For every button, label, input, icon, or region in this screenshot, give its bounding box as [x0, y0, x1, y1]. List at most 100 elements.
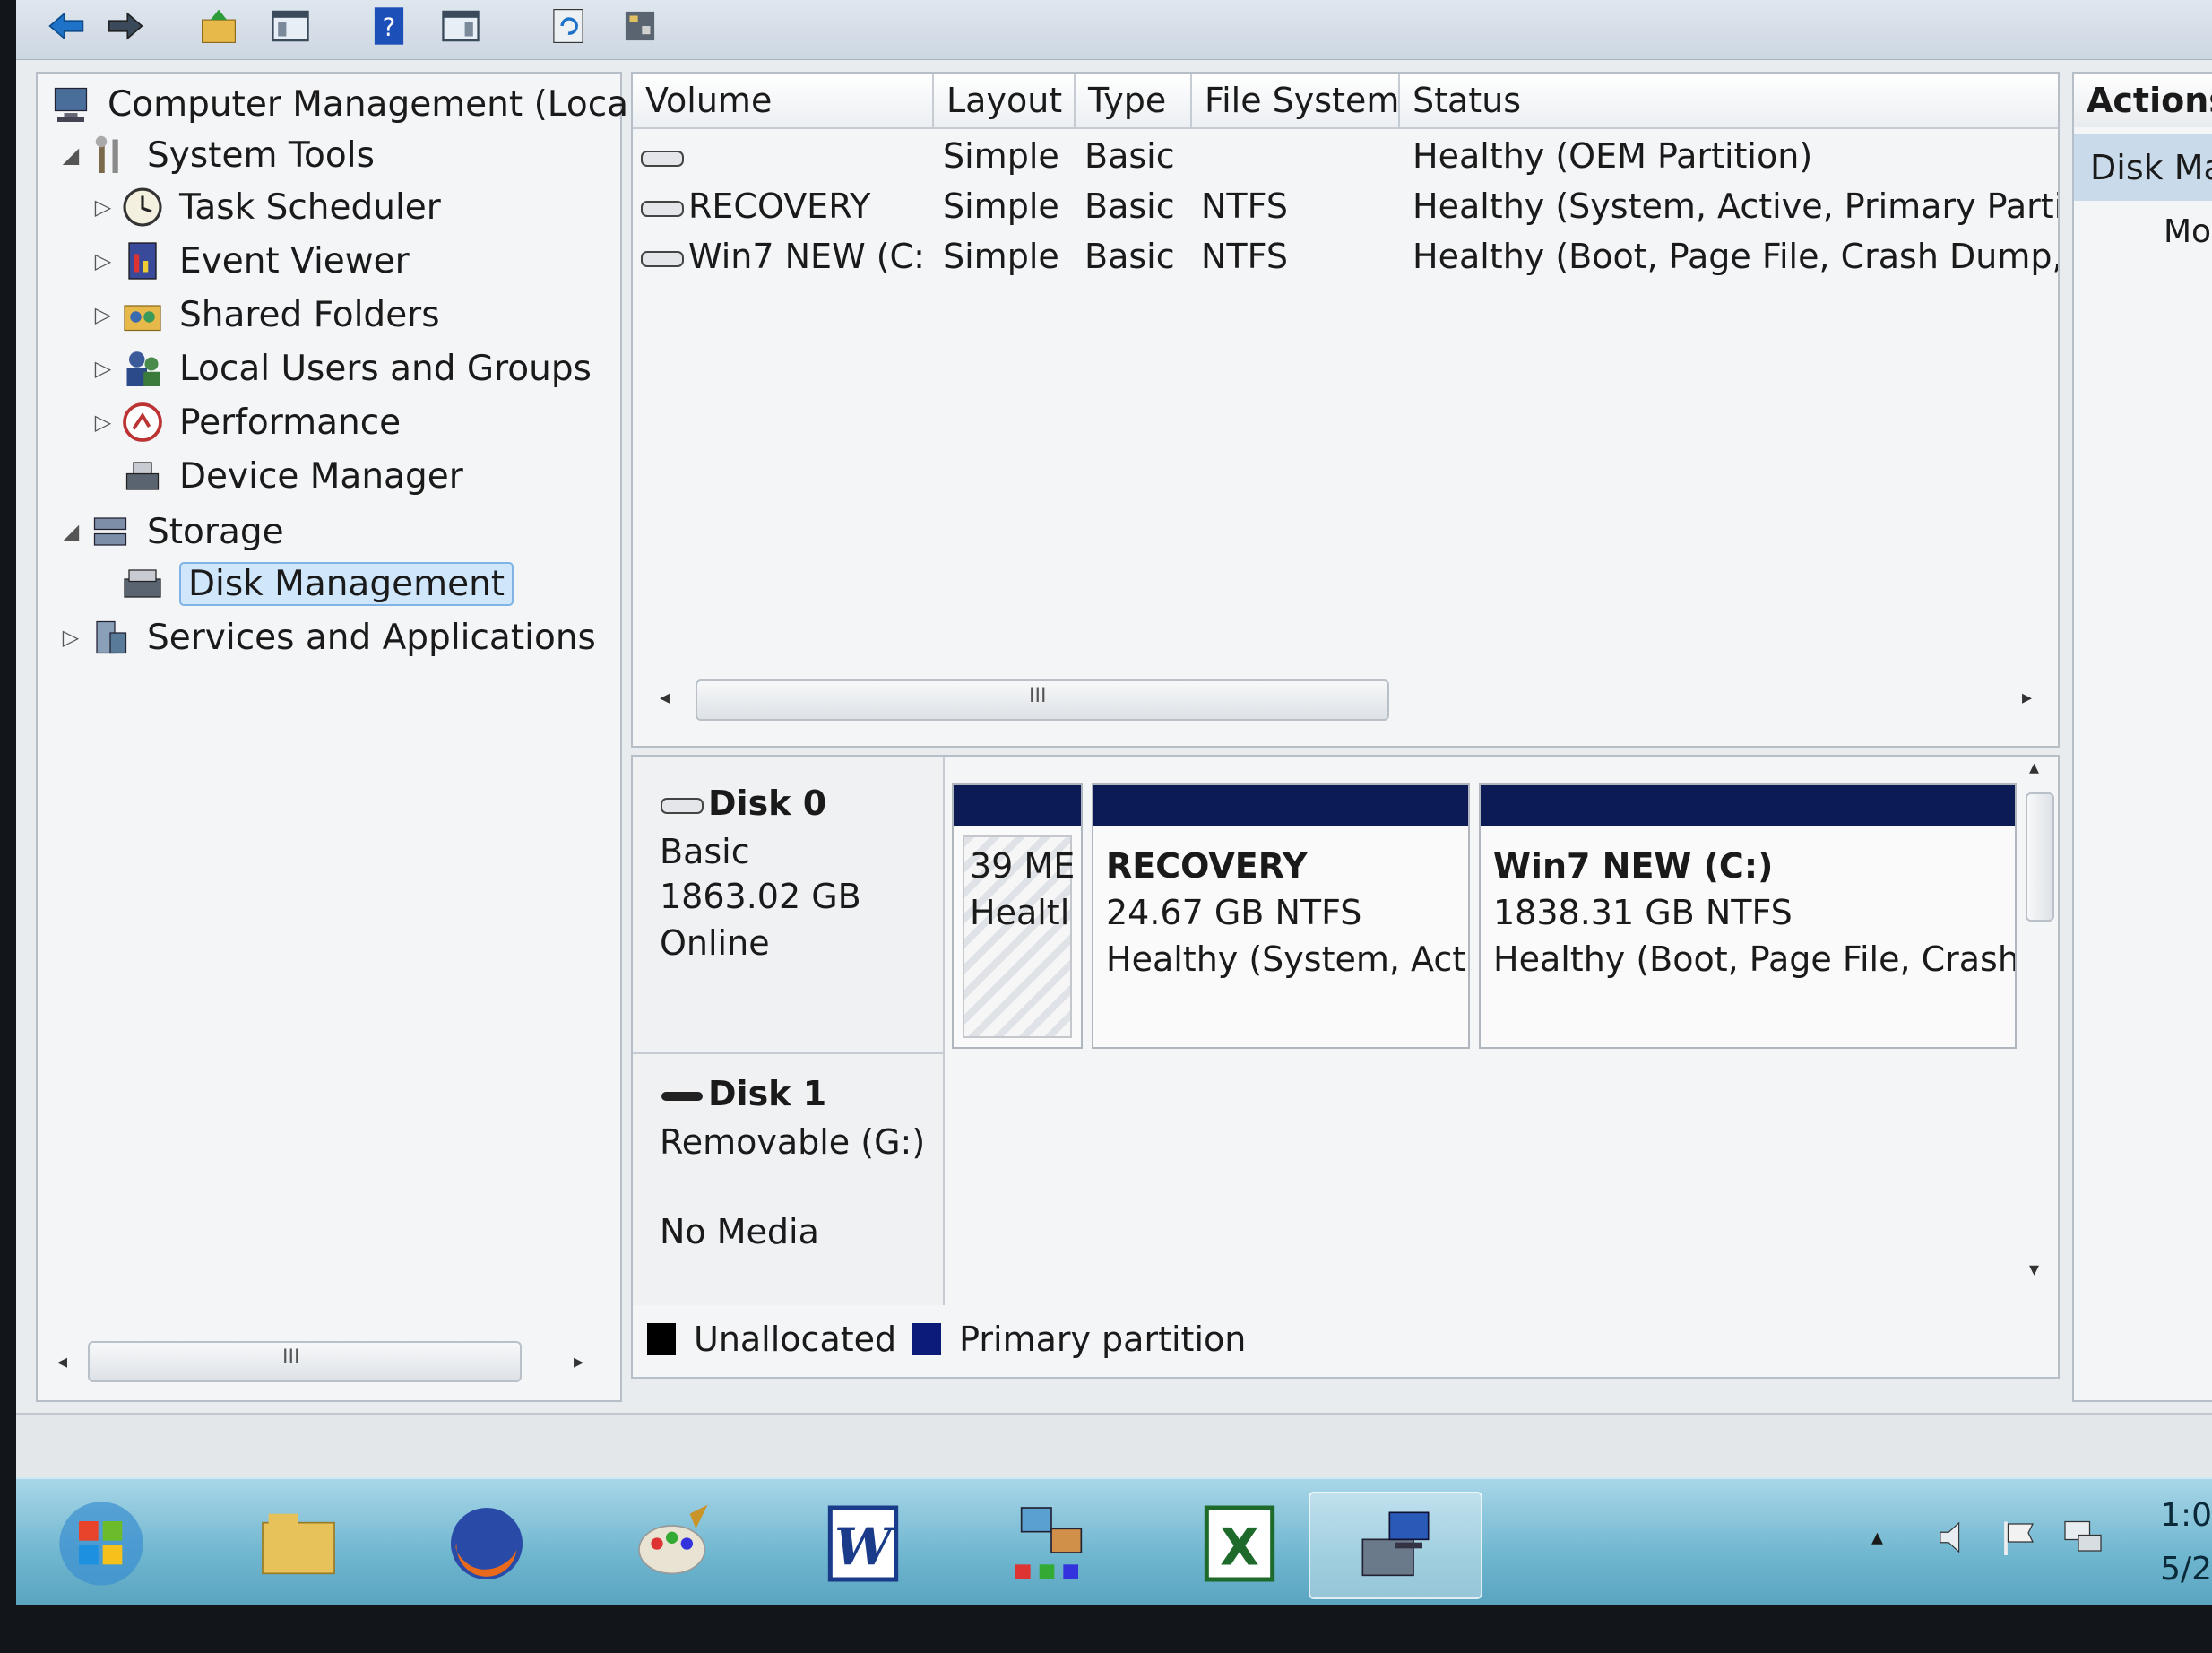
taskbar-excel[interactable]: X	[1181, 1492, 1298, 1596]
taskbar-network-app[interactable]	[993, 1492, 1110, 1596]
svg-text:X: X	[1220, 1518, 1259, 1577]
expander-icon[interactable]: ▷	[88, 195, 118, 220]
scroll-right-icon[interactable]: ▸	[2022, 687, 2032, 709]
tree-item-services-applications[interactable]: ▷ Services and Applications	[56, 611, 596, 663]
volume-type-cell: Basic	[1084, 136, 1175, 176]
tree-root[interactable]: Computer Management (Local	[47, 78, 638, 130]
show-hidden-icons-icon[interactable]: ▴	[1871, 1524, 1883, 1551]
network-icon[interactable]	[2060, 1515, 2106, 1560]
help-button[interactable]: ?	[366, 4, 412, 48]
scroll-left-icon[interactable]: ◂	[57, 1351, 67, 1373]
up-folder-button[interactable]	[195, 4, 242, 48]
disk-vertical-scrollbar[interactable]: ▴ ▾	[2024, 757, 2054, 1303]
refresh-button[interactable]	[545, 4, 592, 48]
tree-item-task-scheduler[interactable]: ▷ Task Scheduler	[88, 181, 441, 233]
disk-1-label[interactable]: Disk 1 Removable (G:) No Media	[633, 1054, 945, 1305]
folder-icon	[262, 1513, 335, 1575]
volume-horizontal-scrollbar[interactable]: ◂ III ▸	[642, 674, 2049, 724]
partition-win7[interactable]: Win7 NEW (C:) 1838.31 GB NTFS Healthy (B…	[1479, 783, 2017, 1049]
paint-icon	[638, 1504, 708, 1575]
back-button[interactable]	[43, 4, 90, 48]
volume-type-cell: Basic	[1084, 186, 1175, 226]
show-hide-action-pane-button[interactable]	[437, 4, 484, 48]
tree-item-performance[interactable]: ▷ Performance	[88, 396, 401, 448]
start-button[interactable]	[43, 1492, 160, 1596]
taskbar-word[interactable]: W	[805, 1492, 921, 1596]
partition-oem[interactable]: 39 ME Healtl	[952, 783, 1083, 1049]
column-header-type[interactable]: Type	[1076, 74, 1192, 127]
disk-1-name: Disk 1	[660, 1074, 826, 1113]
action-center-flag-icon[interactable]	[1997, 1515, 2042, 1560]
volume-fs-cell: NTFS	[1201, 186, 1288, 226]
disk-0-state: Online	[660, 923, 770, 963]
tree-item-label: Event Viewer	[179, 240, 410, 281]
device-manager-icon	[125, 462, 160, 490]
tree-item-shared-folders[interactable]: ▷ Shared Folders	[88, 289, 440, 341]
scroll-thumb[interactable]: III	[696, 679, 1389, 721]
column-header-volume[interactable]: Volume	[633, 74, 934, 127]
scroll-down-icon[interactable]: ▾	[2029, 1259, 2039, 1281]
actions-header: Actions	[2074, 74, 2212, 127]
tree-item-storage[interactable]: ◢ Storage	[56, 506, 284, 558]
partition-recovery-text: RECOVERY 24.67 GB NTFS Healthy (System, …	[1106, 843, 1470, 982]
volume-row[interactable]: Win7 NEW (C:) Simple Basic NTFS Healthy …	[633, 231, 2058, 281]
tree-item-disk-management[interactable]: Disk Management	[88, 558, 514, 610]
tree-item-local-users-groups[interactable]: ▷ Local Users and Groups	[88, 342, 592, 394]
disk-1-type: Removable (G:)	[660, 1122, 926, 1162]
properties-icon	[625, 11, 655, 41]
scroll-right-icon[interactable]: ▸	[574, 1351, 583, 1373]
expander-icon[interactable]: ▷	[88, 356, 118, 381]
removable-disk-icon	[661, 1091, 703, 1101]
column-header-status[interactable]: Status	[1400, 74, 2058, 127]
disk-0-label[interactable]: Disk 0 Basic 1863.02 GB Online	[633, 757, 945, 1054]
tree-item-device-manager[interactable]: Device Manager	[88, 450, 463, 502]
tree-root-label: Computer Management (Local	[108, 83, 638, 125]
column-header-file-system[interactable]: File System	[1192, 74, 1400, 127]
tree-item-event-viewer[interactable]: ▷ Event Viewer	[88, 235, 410, 287]
volume-name-cell: RECOVERY	[640, 181, 927, 231]
actions-more-link[interactable]: Mor	[2164, 213, 2212, 250]
tree-horizontal-scrollbar[interactable]: ◂ III ▸	[50, 1339, 597, 1384]
taskbar-paint[interactable]	[617, 1492, 733, 1596]
svg-text:?: ?	[383, 12, 396, 41]
expander-icon[interactable]: ▷	[88, 302, 118, 327]
legend: Unallocated Primary partition	[647, 1312, 1246, 1366]
scroll-left-icon[interactable]: ◂	[660, 687, 670, 709]
forward-button[interactable]	[102, 4, 149, 48]
tree-item-label: Services and Applications	[147, 617, 596, 658]
partition-recovery[interactable]: RECOVERY 24.67 GB NTFS Healthy (System, …	[1092, 783, 1470, 1049]
clock-time[interactable]: 1:0	[2160, 1497, 2212, 1534]
tree-item-label: Storage	[147, 511, 284, 552]
clock-icon	[123, 187, 162, 227]
volume-row[interactable]: RECOVERY Simple Basic NTFS Healthy (Syst…	[633, 181, 2058, 231]
clock-date[interactable]: 5/2	[2160, 1551, 2212, 1588]
tree-item-label: Shared Folders	[179, 294, 440, 335]
partition-status: Healthy (System, Acti	[1106, 939, 1470, 979]
scroll-up-icon[interactable]: ▴	[2029, 757, 2039, 779]
storage-icon	[93, 517, 127, 546]
taskbar-computer-management[interactable]	[1309, 1492, 1482, 1599]
expander-icon[interactable]: ▷	[88, 410, 118, 435]
column-header-layout[interactable]: Layout	[934, 74, 1076, 127]
taskbar-explorer[interactable]	[240, 1492, 357, 1596]
show-hide-tree-button[interactable]	[267, 4, 314, 48]
action-pane-icon	[442, 10, 480, 42]
services-icon	[96, 620, 127, 654]
scroll-grip-icon: III	[282, 1346, 300, 1369]
taskbar-firefox[interactable]	[428, 1492, 545, 1596]
tree-item-system-tools[interactable]: ◢ System Tools	[56, 129, 375, 181]
volume-row[interactable]: Simple Basic Healthy (OEM Partition)	[633, 131, 2058, 181]
scroll-thumb[interactable]: III	[88, 1341, 522, 1382]
partition-size: 24.67 GB NTFS	[1106, 893, 1362, 932]
expander-icon[interactable]: ◢	[56, 519, 86, 544]
volume-icon[interactable]	[1934, 1517, 1975, 1558]
partition-win7-text: Win7 NEW (C:) 1838.31 GB NTFS Healthy (B…	[1493, 843, 2015, 982]
expander-icon[interactable]: ▷	[56, 625, 86, 650]
actions-disk-management[interactable]: Disk Mar	[2074, 134, 2212, 201]
scroll-thumb[interactable]	[2026, 792, 2054, 922]
expander-icon[interactable]: ▷	[88, 248, 118, 273]
help-icon: ?	[374, 7, 404, 45]
properties-button[interactable]	[617, 4, 663, 48]
actions-pane: Actions Disk Mar Mor	[2072, 72, 2212, 1402]
expander-icon[interactable]: ◢	[56, 143, 86, 168]
